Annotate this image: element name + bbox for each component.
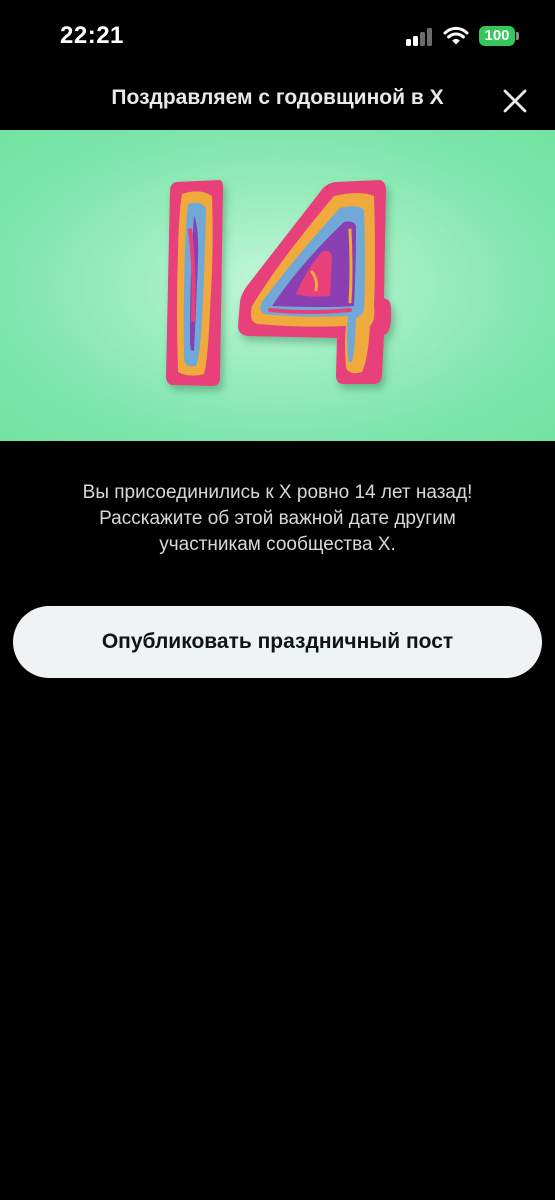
digit-four-shape [238, 180, 392, 384]
status-bar: 22:21 100 [0, 0, 555, 74]
message-line: Расскажите об этой важной дате другим [99, 508, 456, 529]
header: Поздравляем с годовщиной в X [0, 74, 555, 130]
wifi-icon [443, 26, 469, 45]
battery-nub [516, 32, 519, 40]
close-icon[interactable] [498, 84, 532, 118]
message-line: участникам сообщества X. [159, 534, 396, 555]
anniversary-number-illustration [166, 180, 392, 386]
battery-indicator: 100 [479, 26, 515, 46]
anniversary-message: Вы присоединились к X ровно 14 лет назад… [30, 480, 525, 558]
anniversary-hero-banner [0, 130, 555, 441]
anniversary-screen: 22:21 100 Поздравляем с годовщиной в X В… [0, 0, 555, 1200]
page-title: Поздравляем с годовщиной в X [111, 86, 444, 109]
status-time: 22:21 [60, 22, 124, 49]
cellular-signal-icon [406, 28, 434, 46]
publish-celebration-post-button[interactable]: Опубликовать праздничный пост [13, 606, 542, 678]
digit-one-shape [166, 180, 224, 386]
message-line: Вы присоединились к X ровно 14 лет назад… [82, 482, 473, 503]
